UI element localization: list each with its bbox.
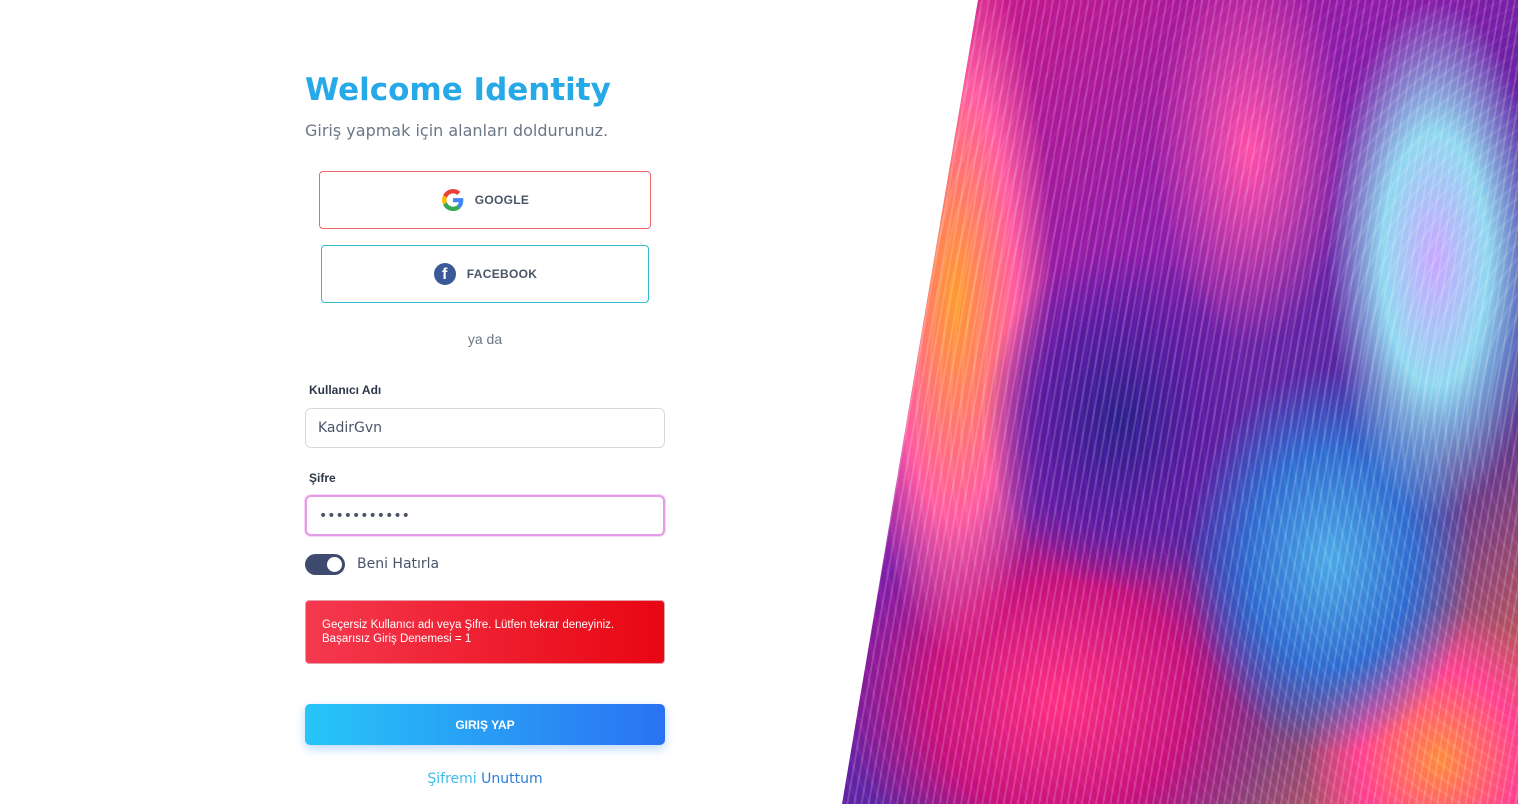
page-subtitle: Giriş yapmak için alanları doldurunuz.: [305, 121, 609, 140]
facebook-button-label: FACEBOOK: [466, 267, 538, 281]
google-button-label: GOOGLE: [474, 193, 530, 207]
facebook-login-button[interactable]: f FACEBOOK: [321, 245, 649, 303]
password-input[interactable]: [305, 495, 665, 536]
forgot-password-word2: Unuttum: [481, 771, 543, 787]
login-submit-button[interactable]: GIRIŞ YAP: [305, 704, 665, 745]
username-input[interactable]: [305, 408, 665, 448]
forgot-password-word1: Şifremi: [427, 771, 477, 787]
error-alert: Geçersiz Kullanıcı adı veya Şifre. Lütfe…: [305, 600, 665, 664]
username-label: Kullanıcı Adı: [309, 383, 382, 397]
page-title: Welcome Identity: [305, 72, 611, 108]
toggle-knob: [327, 557, 342, 572]
error-message: Geçersiz Kullanıcı adı veya Şifre. Lütfe…: [322, 619, 615, 631]
decorative-artwork-overlay: [842, 0, 1518, 804]
facebook-icon: f: [433, 262, 457, 286]
google-login-button[interactable]: GOOGLE: [319, 171, 651, 229]
login-page: Welcome Identity Giriş yapmak için alanl…: [0, 0, 1518, 804]
failed-attempts-message: Başarısız Giriş Denemesi = 1: [322, 633, 472, 645]
forgot-password-link[interactable]: Şifremi Unuttum: [305, 771, 665, 787]
remember-me-label: Beni Hatırla: [357, 556, 440, 572]
password-label: Şifre: [309, 471, 336, 485]
or-divider: ya da: [467, 331, 503, 347]
google-icon: [441, 188, 465, 212]
remember-me-toggle[interactable]: [305, 554, 345, 575]
